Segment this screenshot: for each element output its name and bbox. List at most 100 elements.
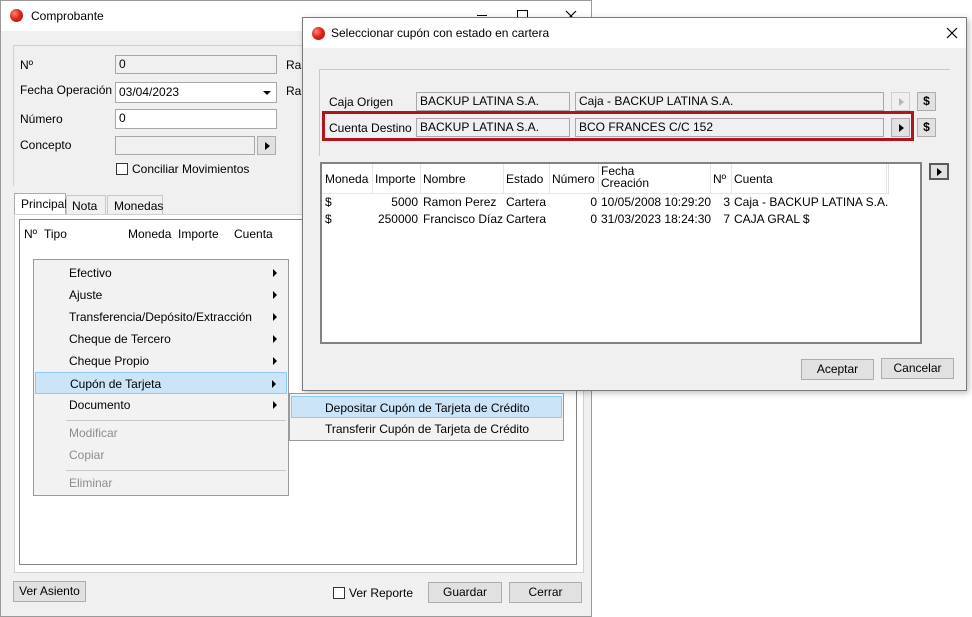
row1-cuenta[interactable]: Caja - BACKUP LATINA S.A. [734, 195, 888, 209]
submenu-arrow-icon [272, 380, 276, 388]
menu-item-documento[interactable]: Documento [35, 394, 287, 416]
col-header-fecha-creacion[interactable]: Fecha Creación [601, 165, 661, 189]
row1-numero[interactable]: 0 [552, 195, 597, 209]
numero-label: Número [20, 112, 63, 126]
menu-item-eliminar[interactable]: Eliminar [35, 472, 287, 494]
submenu-arrow-icon [273, 335, 277, 343]
cuenta-destino-dollar-button[interactable]: $ [917, 118, 936, 137]
col-header-estado[interactable]: Estado [506, 172, 543, 186]
tab-monedas-label: Monedas [114, 199, 164, 213]
concepto-select-button[interactable] [257, 136, 276, 155]
dialog-app-icon [312, 27, 325, 40]
col-sep [549, 164, 550, 193]
menu-item-cheque-propio[interactable]: Cheque Propio [35, 350, 287, 372]
menu-item-copiar[interactable]: Copiar [35, 444, 287, 466]
grid-header-importe: Importe [178, 227, 219, 241]
col-sep [598, 164, 599, 193]
caja-origen-empresa-field: BACKUP LATINA S.A. [416, 92, 570, 111]
row2-fecha[interactable]: 31/03/2023 18:24:30 [601, 212, 711, 226]
col-header-numero[interactable]: Número [552, 172, 595, 186]
row2-nombre[interactable]: Francisco Díaz [423, 212, 503, 226]
dollar-icon: $ [923, 94, 930, 108]
comprobante-title: Comprobante [31, 9, 104, 23]
table-expand-button[interactable] [929, 163, 949, 180]
cancelar-button[interactable]: Cancelar [881, 358, 954, 379]
tab-nota-label: Nota [72, 199, 98, 213]
row1-nombre[interactable]: Ramon Perez [423, 195, 496, 209]
row1-fecha[interactable]: 10/05/2008 10:29:20 [601, 195, 711, 209]
col-sep [372, 164, 373, 193]
col-header-nro[interactable]: Nº [713, 172, 726, 186]
menu-item-label: Eliminar [69, 476, 113, 490]
conciliar-checkbox[interactable] [116, 163, 128, 175]
ver-reporte-checkbox[interactable] [333, 587, 345, 599]
submenu-item-label: Transferir Cupón de Tarjeta de Crédito [325, 422, 530, 436]
chevron-down-icon[interactable] [263, 91, 271, 95]
submenu-item-depositar[interactable]: Depositar Cupón de Tarjeta de Crédito [291, 396, 562, 418]
col-sep [710, 164, 711, 193]
row2-estado[interactable]: Cartera [506, 212, 546, 226]
row2-numero[interactable]: 0 [552, 212, 597, 226]
row2-importe[interactable]: 250000 [375, 212, 418, 226]
menu-item-efectivo[interactable]: Efectivo [35, 262, 287, 284]
dollar-icon: $ [923, 120, 930, 134]
razon-label-1: Ra [286, 58, 302, 72]
col-header-cuenta[interactable]: Cuenta [734, 172, 773, 186]
row1-nro[interactable]: 3 [713, 195, 730, 209]
tab-nota[interactable]: Nota [66, 195, 106, 214]
menu-separator [66, 470, 286, 471]
cerrar-button[interactable]: Cerrar [509, 582, 582, 603]
row2-nro[interactable]: 7 [713, 212, 730, 226]
menu-item-label: Cheque de Tercero [69, 332, 171, 346]
row2-cuenta[interactable]: CAJA GRAL $ [734, 212, 810, 226]
app-icon [10, 9, 23, 22]
grid-header-moneda: Moneda [128, 227, 172, 241]
col-sep [420, 164, 421, 193]
menu-separator [66, 420, 286, 421]
numero-field[interactable]: 0 [115, 109, 277, 129]
submenu-arrow-icon [273, 291, 277, 299]
dialog-close-icon[interactable] [945, 26, 959, 40]
play-icon [899, 98, 904, 106]
guardar-button[interactable]: Guardar [428, 582, 502, 603]
submenu-arrow-icon [273, 313, 277, 321]
row1-estado[interactable]: Cartera [506, 195, 546, 209]
row2-moneda[interactable]: $ [325, 212, 332, 226]
caja-origen-label: Caja Origen [329, 95, 394, 109]
col-sep [503, 164, 504, 193]
ver-asiento-button[interactable]: Ver Asiento [13, 581, 86, 602]
concepto-field[interactable] [115, 136, 255, 155]
row1-moneda[interactable]: $ [325, 195, 332, 209]
minimize-icon[interactable] [477, 15, 487, 16]
col-sep [731, 164, 732, 193]
grid-header-numero: Nº [24, 227, 38, 241]
caja-origen-select-button [891, 92, 910, 111]
menu-item-modificar[interactable]: Modificar [35, 422, 287, 444]
row1-importe[interactable]: 5000 [375, 195, 418, 209]
aceptar-button[interactable]: Aceptar [801, 359, 874, 380]
submenu-item-transferir[interactable]: Transferir Cupón de Tarjeta de Crédito [291, 418, 562, 440]
col-header-importe[interactable]: Importe [375, 172, 416, 186]
menu-item-label: Transferencia/Depósito/Extracción [69, 310, 252, 324]
fecha-operacion-value: 03/04/2023 [119, 85, 180, 99]
numero-corto-field: 0 [115, 55, 277, 74]
ver-reporte-label: Ver Reporte [349, 586, 414, 600]
table-header-divider [322, 193, 888, 194]
caja-origen-dollar-button[interactable]: $ [917, 92, 936, 111]
tab-principal-label: Principal [21, 197, 68, 211]
tab-principal[interactable]: Principal [14, 193, 68, 215]
menu-item-label: Documento [69, 398, 131, 412]
menu-item-transferencia[interactable]: Transferencia/Depósito/Extracción [35, 306, 287, 328]
menu-item-label: Efectivo [69, 266, 112, 280]
cupones-table-scroll-area [888, 164, 889, 194]
menu-item-cheque-tercero[interactable]: Cheque de Tercero [35, 328, 287, 350]
fecha-operacion-field[interactable]: 03/04/2023 [115, 82, 277, 103]
col-header-nombre[interactable]: Nombre [423, 172, 466, 186]
cupon-submenu: Depositar Cupón de Tarjeta de Crédito Tr… [289, 393, 564, 441]
caja-origen-cuenta-field: Caja - BACKUP LATINA S.A. [575, 92, 884, 111]
menu-item-cupon-tarjeta[interactable]: Cupón de Tarjeta [35, 372, 287, 394]
menu-item-ajuste[interactable]: Ajuste [35, 284, 287, 306]
tab-monedas[interactable]: Monedas [107, 195, 163, 214]
submenu-arrow-icon [273, 357, 277, 365]
col-header-moneda[interactable]: Moneda [325, 172, 368, 186]
